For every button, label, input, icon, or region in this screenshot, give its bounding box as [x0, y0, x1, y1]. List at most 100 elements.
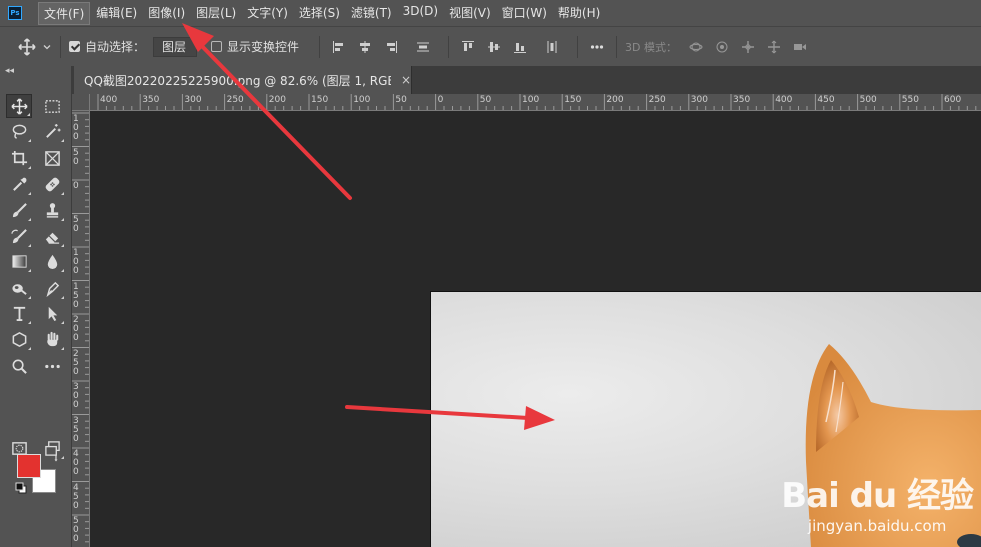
tool-group-indicator [28, 321, 31, 324]
more-options-button[interactable] [586, 36, 608, 58]
move-tool-preset[interactable] [18, 37, 52, 56]
crop-tool-icon [11, 150, 27, 165]
vertical-ruler[interactable]: 1 0 0 5 0 0 5 0 1 0 0 1 5 0 2 0 0 2 5 0 … [72, 111, 90, 547]
slide-3d-button[interactable] [763, 36, 785, 58]
tool-group-indicator [61, 456, 64, 459]
auto-select-toggle[interactable]: 自动选择： [69, 38, 145, 55]
ruler-label: 350 [733, 95, 751, 105]
scale-3d-button[interactable] [789, 36, 811, 58]
slide-3d-icon [768, 40, 781, 53]
ruler-label: 200 [268, 95, 286, 105]
ruler-label: 0 [437, 95, 444, 105]
default-colors-icon[interactable] [15, 482, 27, 494]
distribute-vertical-button[interactable] [541, 36, 563, 58]
document-tab-title: QQ截图20220225225900.png @ 82.6% (图层 1, RG… [84, 73, 391, 88]
ruler-label: 5 0 [73, 147, 79, 167]
ruler-label: 3 5 0 [73, 415, 79, 444]
healing-brush-tool[interactable] [39, 172, 65, 196]
document-image[interactable]: Bai du 经验 jingyan.baidu.com [430, 291, 981, 547]
marquee-tool[interactable] [39, 94, 65, 118]
align-top-button[interactable] [457, 36, 479, 58]
more-tools-button[interactable] [39, 354, 65, 378]
zoom-tool[interactable] [6, 354, 32, 378]
lasso-tool-icon [12, 124, 26, 139]
dodge-tool[interactable] [6, 276, 32, 300]
blur-tool-icon [47, 254, 57, 269]
menu-image[interactable]: 图像(I) [143, 2, 190, 25]
foreground-color-swatch[interactable] [17, 454, 41, 478]
auto-select-label: 自动选择： [85, 40, 146, 54]
ruler-label: 4 5 0 [73, 482, 79, 511]
move-tool[interactable] [6, 94, 32, 118]
menu-filter[interactable]: 滤镜(T) [346, 2, 397, 25]
more-tools-icon [44, 364, 60, 368]
pan-3d-button[interactable] [737, 36, 759, 58]
menu-layer[interactable]: 图层(L) [191, 2, 241, 25]
tool-group-indicator [28, 166, 31, 169]
menu-edit[interactable]: 编辑(E) [91, 2, 142, 25]
distribute-horizontal-button[interactable] [412, 36, 434, 58]
align-center-h-button[interactable] [354, 36, 376, 58]
hand-tool[interactable] [39, 327, 65, 351]
type-tool[interactable] [6, 301, 32, 325]
divider [577, 35, 579, 58]
history-brush-tool-icon [10, 228, 27, 243]
menu-3d[interactable]: 3D(D) [398, 2, 443, 25]
pen-tool[interactable] [39, 276, 65, 300]
screen-mode-button[interactable] [39, 436, 65, 460]
align-middle-button[interactable] [483, 36, 505, 58]
tool-group-indicator [61, 347, 64, 350]
eraser-tool-icon [45, 232, 59, 244]
divider [616, 35, 618, 58]
align-bottom-button[interactable] [509, 36, 531, 58]
orbit-3d-icon [689, 42, 703, 51]
ruler-origin[interactable] [72, 94, 90, 111]
align-right-button[interactable] [380, 36, 402, 58]
blur-tool[interactable] [39, 249, 65, 273]
photoshop-logo-icon[interactable]: Ps [8, 6, 22, 20]
magic-wand-tool[interactable] [39, 119, 65, 143]
gradient-tool-icon [11, 254, 27, 268]
menu-file[interactable]: 文件(F) [38, 1, 91, 25]
eraser-tool[interactable] [39, 224, 65, 248]
ruler-label: 50 [479, 95, 492, 105]
close-icon[interactable]: × [401, 73, 411, 87]
history-brush-tool[interactable] [6, 224, 32, 248]
roll-3d-button[interactable] [711, 36, 733, 58]
show-transform-checkbox[interactable] [211, 41, 223, 52]
align-left-icon [333, 40, 344, 53]
brush-tool[interactable] [6, 198, 32, 222]
orbit-3d-button[interactable] [685, 36, 707, 58]
document-tab[interactable]: QQ截图20220225225900.png @ 82.6% (图层 1, RG… [74, 66, 412, 94]
ruler-label: 550 [901, 95, 919, 105]
frame-tool[interactable] [39, 146, 65, 170]
lasso-tool[interactable] [6, 119, 32, 143]
auto-select-target-select[interactable]: 图层 [153, 36, 198, 57]
crop-tool[interactable] [6, 146, 32, 170]
clone-stamp-tool[interactable] [39, 198, 65, 222]
path-selection-tool[interactable] [39, 301, 65, 325]
tool-group-indicator [28, 296, 31, 299]
menu-view[interactable]: 视图(V) [444, 2, 496, 25]
shape-tool[interactable] [6, 327, 32, 351]
ruler-label: 300 [184, 95, 202, 105]
ruler-label: 2 5 0 [73, 348, 79, 377]
auto-select-checkbox[interactable] [69, 41, 80, 52]
marquee-tool-icon [44, 99, 60, 113]
show-transform-toggle[interactable]: 显示变换控件 [211, 38, 299, 55]
path-selection-tool-icon [48, 306, 57, 321]
collapse-panel-icon[interactable]: ◂◂ [5, 66, 14, 76]
menu-window[interactable]: 窗口(W) [497, 2, 552, 25]
horizontal-ruler[interactable]: 400 350 300 250 200 150 100 50 0 50 100 … [90, 94, 981, 111]
ruler-label: 100 [353, 95, 371, 105]
menu-type[interactable]: 文字(Y) [242, 2, 293, 25]
tool-group-indicator [28, 218, 31, 221]
tool-group-indicator [61, 296, 64, 299]
menu-select[interactable]: 选择(S) [294, 2, 345, 25]
menu-help[interactable]: 帮助(H) [553, 2, 605, 25]
ruler-label: 4 0 0 [73, 449, 79, 477]
align-right-icon [387, 40, 398, 53]
align-left-button[interactable] [328, 36, 350, 58]
eyedropper-tool[interactable] [6, 172, 32, 196]
gradient-tool[interactable] [6, 249, 32, 273]
